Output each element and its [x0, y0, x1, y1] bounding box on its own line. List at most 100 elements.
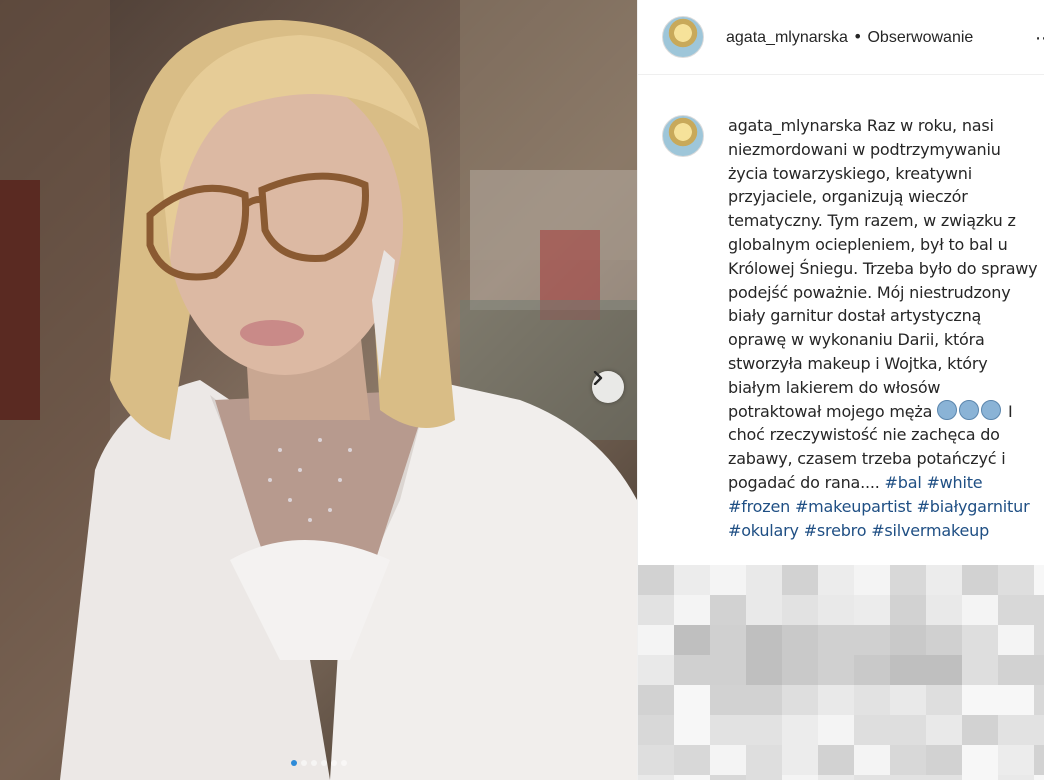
pixel-block [854, 565, 890, 595]
pixel-block [782, 715, 818, 745]
pixel-block [638, 715, 674, 745]
pixel-block [638, 625, 674, 655]
pixel-block [1034, 775, 1044, 780]
pixel-block [638, 595, 674, 625]
pixel-block [962, 565, 998, 595]
post-side-panel: agata_mlynarska • Obserwowanie ⋯ agata_m… [637, 0, 1044, 780]
hashtag-link[interactable]: #makeupartist [795, 497, 912, 516]
pixel-block [962, 775, 998, 780]
pixel-block [926, 745, 962, 775]
pixel-block [818, 685, 854, 715]
pixel-block [926, 715, 962, 745]
pixel-block [1034, 715, 1044, 745]
pixel-block [710, 745, 746, 775]
pixel-block [818, 625, 854, 655]
header-username[interactable]: agata_mlynarska [726, 29, 848, 46]
hashtag-link[interactable]: #srebro [804, 521, 867, 540]
avatar[interactable] [662, 16, 704, 58]
pixel-block [782, 745, 818, 775]
pixel-block [746, 595, 782, 625]
carousel-dot [320, 760, 327, 766]
header-separator: • [852, 27, 863, 46]
pixel-block [926, 625, 962, 655]
pixel-block [674, 745, 710, 775]
pixel-block [1034, 565, 1044, 595]
pixel-block [890, 685, 926, 715]
pixel-block [998, 745, 1034, 775]
pixel-block [890, 595, 926, 625]
pixel-block [1034, 655, 1044, 685]
pixel-block [746, 715, 782, 745]
pixel-block [746, 685, 782, 715]
pixel-block [782, 775, 818, 780]
pixel-block [746, 745, 782, 775]
pixel-block [710, 775, 746, 780]
pixel-block [674, 625, 710, 655]
chevron-right-icon [593, 371, 603, 385]
more-options-icon[interactable]: ⋯ [1035, 28, 1044, 49]
pixel-block [782, 655, 818, 685]
pixel-block [710, 715, 746, 745]
pixel-block [926, 775, 962, 780]
pixel-block [998, 595, 1034, 625]
hashtag-link[interactable]: #bal [885, 473, 922, 492]
pixel-block [710, 625, 746, 655]
caption-text: Raz w roku, nasi niezmordowani w podtrzy… [728, 116, 1038, 421]
cold-face-emoji [937, 399, 1003, 421]
pixel-block [710, 595, 746, 625]
pixel-block [710, 565, 746, 595]
pixel-block [962, 715, 998, 745]
pixel-block [782, 595, 818, 625]
pixel-block [746, 565, 782, 595]
pixel-block [890, 565, 926, 595]
caption-username[interactable]: agata_mlynarska [728, 116, 862, 135]
pixel-block [962, 655, 998, 685]
pixel-block [854, 685, 890, 715]
pixel-block [962, 595, 998, 625]
pixel-block [674, 655, 710, 685]
next-photo-button[interactable] [592, 371, 624, 403]
pixel-block [998, 625, 1034, 655]
pixel-block [890, 715, 926, 745]
following-button[interactable]: Obserwowanie [867, 29, 973, 46]
hashtag-link[interactable]: #silvermakeup [871, 521, 989, 540]
hashtag-link[interactable]: #białygarnitur [917, 497, 1030, 516]
hashtag-link[interactable]: #white [926, 473, 982, 492]
pixel-block [674, 775, 710, 780]
pixel-block [998, 775, 1034, 780]
carousel-dot [340, 760, 347, 766]
pixel-block [638, 655, 674, 685]
pixel-block [674, 565, 710, 595]
pixel-block [854, 625, 890, 655]
pixel-block [1034, 625, 1044, 655]
pixel-block [1034, 595, 1044, 625]
pixel-block [854, 655, 890, 685]
pixel-block [818, 745, 854, 775]
hashtag-link[interactable]: #frozen [728, 497, 790, 516]
pixel-block [782, 625, 818, 655]
hashtag-link[interactable]: #okulary [728, 521, 799, 540]
pixel-block [746, 655, 782, 685]
pixel-block [854, 745, 890, 775]
pixel-block [926, 565, 962, 595]
pixel-block [674, 715, 710, 745]
pixel-block [710, 655, 746, 685]
carousel-dot [330, 760, 337, 766]
carousel-dot [290, 760, 297, 766]
pixel-block [818, 775, 854, 780]
pixel-block [962, 685, 998, 715]
pixel-block [890, 745, 926, 775]
pixel-block [998, 565, 1034, 595]
pixel-block [998, 685, 1034, 715]
pixel-block [890, 625, 926, 655]
selfie-illustration [0, 0, 637, 780]
pixel-block [926, 685, 962, 715]
post-photo[interactable] [0, 0, 637, 780]
pixel-block [638, 745, 674, 775]
pixel-block [674, 595, 710, 625]
pixel-block [962, 745, 998, 775]
caption-avatar[interactable] [662, 115, 704, 157]
pixelated-comments-area [638, 565, 1044, 780]
pixel-block [818, 565, 854, 595]
pixel-block [998, 655, 1034, 685]
